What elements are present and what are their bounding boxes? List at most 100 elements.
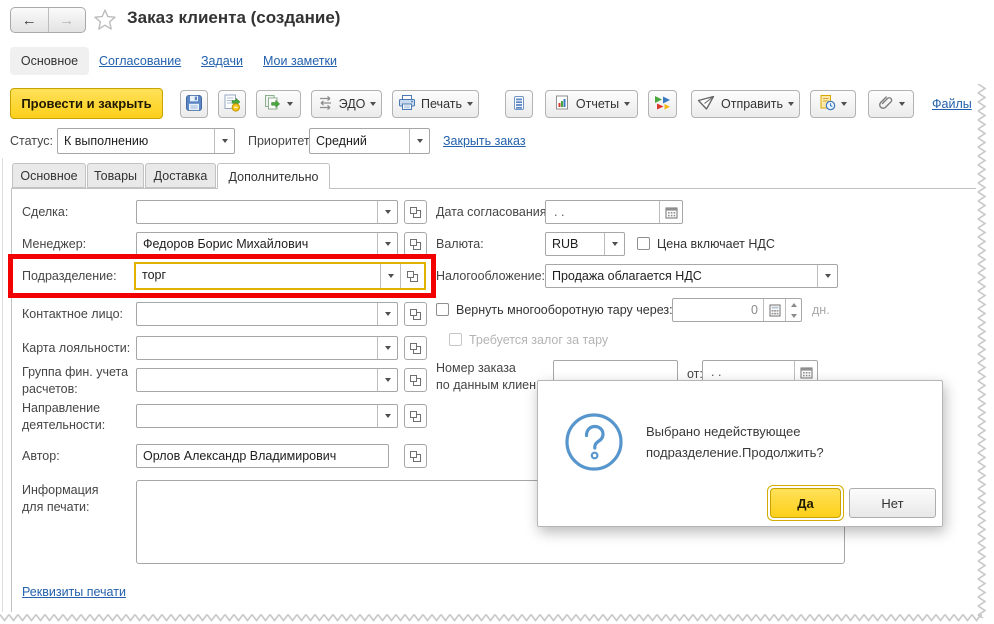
- form-tab-goods[interactable]: Товары: [87, 163, 144, 188]
- spin-up-icon[interactable]: [786, 299, 801, 310]
- priority-label: Приоритет:: [248, 134, 314, 148]
- post-and-close-button[interactable]: Провести и закрыть: [10, 88, 163, 119]
- fin-group-value[interactable]: [137, 369, 377, 391]
- taxation-label: Налогообложение:: [436, 269, 546, 283]
- loyalty-card-value[interactable]: [137, 337, 377, 359]
- attachments-button[interactable]: [868, 90, 914, 118]
- favorite-star-button[interactable]: [93, 8, 117, 34]
- deal-field[interactable]: [136, 200, 398, 224]
- loyalty-card-open-button[interactable]: [404, 336, 427, 360]
- open-window-icon: [410, 410, 421, 422]
- print-button[interactable]: Печать: [392, 90, 479, 118]
- deal-value[interactable]: [137, 201, 377, 223]
- manager-value[interactable]: Федоров Борис Михайлович: [137, 233, 377, 255]
- department-field[interactable]: торг: [134, 262, 426, 290]
- chevron-down-icon[interactable]: [380, 264, 400, 288]
- chevron-down-icon[interactable]: [377, 303, 397, 325]
- approval-date-label: Дата согласования:: [436, 205, 550, 219]
- send-button[interactable]: Отправить: [691, 90, 800, 118]
- reminder-button[interactable]: [810, 90, 856, 118]
- form-tab-main-label: Основное: [20, 168, 78, 183]
- priority-select[interactable]: Средний: [309, 128, 430, 154]
- returnable-tare-checkbox[interactable]: [436, 303, 449, 316]
- chevron-down-icon[interactable]: [214, 129, 234, 153]
- print-requisites-link[interactable]: Реквизиты печати: [22, 585, 126, 599]
- dialog-message-line1: Выбрано недействующее: [646, 424, 801, 439]
- author-open-button[interactable]: [404, 444, 427, 468]
- chevron-down-icon[interactable]: [377, 405, 397, 427]
- chevron-down-icon[interactable]: [377, 233, 397, 255]
- reports-button[interactable]: Отчеты: [545, 90, 638, 118]
- back-button[interactable]: ←: [11, 8, 49, 32]
- approval-date-calendar-button[interactable]: [659, 201, 682, 223]
- question-icon: [563, 411, 625, 476]
- chevron-down-icon[interactable]: [377, 201, 397, 223]
- loyalty-card-label: Карта лояльности:: [22, 341, 131, 355]
- forward-button[interactable]: →: [49, 8, 86, 32]
- discussions-button[interactable]: [648, 90, 677, 118]
- report-chart-icon: [553, 94, 571, 114]
- contact-value[interactable]: [137, 303, 377, 325]
- tare-days-spinner[interactable]: [785, 299, 801, 321]
- tare-days-calculator-button[interactable]: [763, 299, 785, 321]
- activity-value[interactable]: [137, 405, 377, 427]
- calculator-icon: [769, 304, 780, 316]
- create-based-on-button[interactable]: [256, 90, 301, 118]
- status-select[interactable]: К выполнению: [57, 128, 235, 154]
- deal-open-button[interactable]: [404, 200, 427, 224]
- form-tab-additional[interactable]: Дополнительно: [217, 163, 330, 189]
- tab-tasks[interactable]: Задачи: [201, 54, 243, 68]
- vat-included-checkbox[interactable]: [637, 237, 650, 250]
- edo-button[interactable]: ЭДО: [311, 90, 382, 118]
- form-tab-main[interactable]: Основное: [12, 163, 86, 188]
- manager-field[interactable]: Федоров Борис Михайлович: [136, 232, 398, 256]
- returnable-tare-label[interactable]: Вернуть многооборотную тару через:: [456, 298, 673, 322]
- form-tab-goods-label: Товары: [94, 168, 137, 183]
- taxation-field[interactable]: Продажа облагается НДС: [545, 264, 838, 288]
- files-link[interactable]: Файлы: [932, 97, 972, 111]
- post-document-button[interactable]: [218, 90, 246, 118]
- dialog-yes-button[interactable]: Да: [767, 485, 844, 521]
- manager-open-button[interactable]: [404, 232, 427, 256]
- tab-approval[interactable]: Согласование: [99, 54, 181, 68]
- forward-arrow-icon: →: [59, 11, 75, 29]
- close-order-link[interactable]: Закрыть заказ: [443, 134, 526, 148]
- tab-my-notes[interactable]: Мои заметки: [263, 54, 337, 68]
- activity-open-button[interactable]: [404, 404, 427, 428]
- manager-label: Менеджер:: [22, 237, 87, 251]
- chevron-down-icon: [287, 102, 293, 106]
- chevron-down-icon[interactable]: [377, 337, 397, 359]
- contact-field[interactable]: [136, 302, 398, 326]
- tab-main[interactable]: Основное: [10, 47, 89, 75]
- approval-date-field[interactable]: . .: [545, 200, 683, 224]
- contact-open-button[interactable]: [404, 302, 427, 326]
- currency-value[interactable]: RUB: [546, 233, 604, 255]
- dialog-no-button[interactable]: Нет: [849, 488, 936, 518]
- tare-days-field[interactable]: 0: [672, 298, 802, 322]
- department-open-button[interactable]: [400, 264, 424, 288]
- tare-deposit-checkbox[interactable]: [449, 333, 462, 346]
- form-tab-delivery[interactable]: Доставка: [145, 163, 216, 188]
- document-structure-button[interactable]: [505, 90, 533, 118]
- star-icon: [94, 9, 116, 30]
- printer-icon: [398, 94, 416, 114]
- fin-group-field[interactable]: [136, 368, 398, 392]
- approval-date-value[interactable]: . .: [546, 201, 659, 223]
- chevron-down-icon[interactable]: [604, 233, 624, 255]
- loyalty-card-field[interactable]: [136, 336, 398, 360]
- department-value[interactable]: торг: [136, 264, 380, 288]
- spin-down-icon[interactable]: [786, 310, 801, 321]
- author-field[interactable]: Орлов Александр Владимирович: [136, 444, 389, 468]
- chevron-down-icon[interactable]: [817, 265, 837, 287]
- form-tab-additional-label: Дополнительно: [228, 169, 319, 184]
- currency-field[interactable]: RUB: [545, 232, 625, 256]
- activity-field[interactable]: [136, 404, 398, 428]
- vat-included-label[interactable]: Цена включает НДС: [657, 232, 775, 256]
- chevron-down-icon: [370, 102, 377, 106]
- chevron-down-icon[interactable]: [409, 129, 429, 153]
- save-button[interactable]: [180, 90, 208, 118]
- taxation-value[interactable]: Продажа облагается НДС: [546, 265, 817, 287]
- chevron-down-icon[interactable]: [377, 369, 397, 391]
- tare-days-value[interactable]: 0: [673, 299, 763, 321]
- fin-group-open-button[interactable]: [404, 368, 427, 392]
